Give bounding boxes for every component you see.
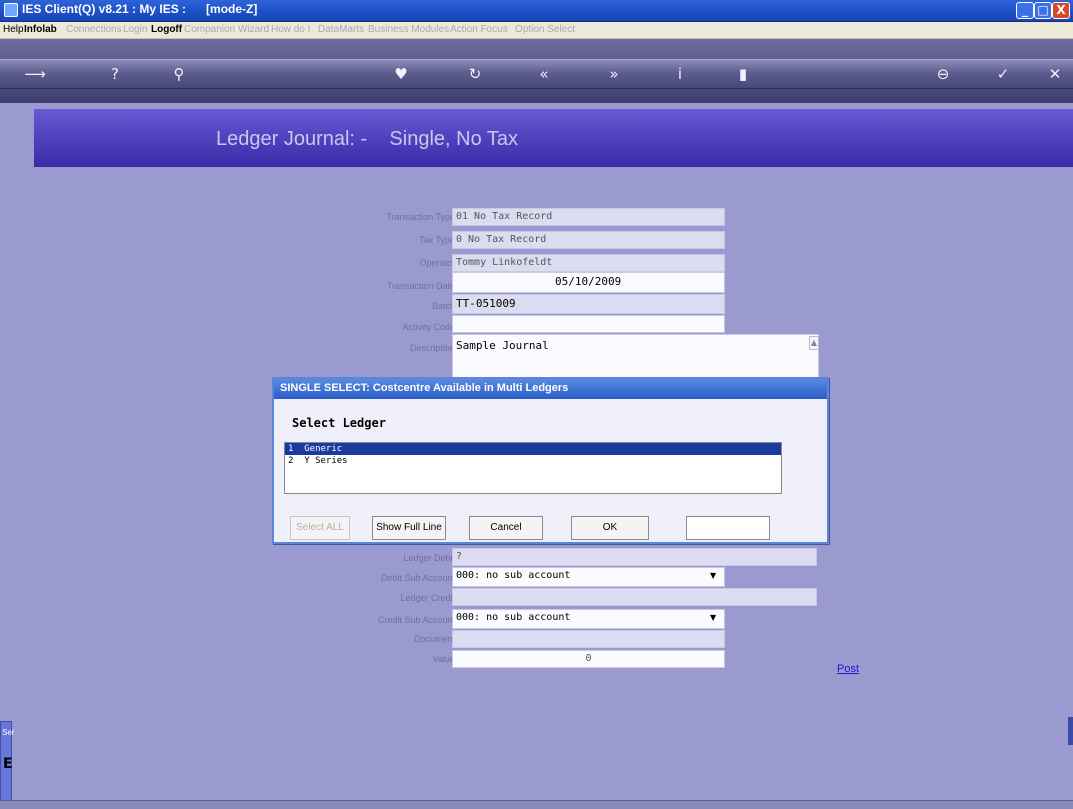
menu-infolab[interactable]: Infolab <box>24 24 57 35</box>
side-tab-label: Ser <box>2 728 15 737</box>
ledger-credit-label: Ledger Credit <box>400 593 455 603</box>
credit-sub-account-dropdown-icon[interactable]: ▼ <box>710 613 716 622</box>
dialog-search-input[interactable] <box>686 516 770 540</box>
help-icon[interactable]: ? <box>106 64 124 84</box>
tax-type-label: Tax Type <box>419 235 455 245</box>
cancel-button[interactable]: Cancel <box>469 516 543 540</box>
menu-companion[interactable]: Companion <box>184 24 235 35</box>
right-edge-marker <box>1068 717 1073 745</box>
value-label: Value <box>432 654 455 664</box>
page-header: Ledger Journal: - Single, No Tax <box>34 109 1073 167</box>
ledger-debit-label: Ledger Debit <box>403 553 455 563</box>
document-label: Document <box>413 634 455 644</box>
ok-button[interactable]: OK <box>571 516 649 540</box>
menu-login[interactable]: Login <box>123 24 147 35</box>
menu-how-do-i[interactable]: How do I <box>271 24 310 35</box>
menu-wizard[interactable]: Wizard <box>238 24 269 35</box>
menu-connections[interactable]: Connections <box>66 24 122 35</box>
operator-field[interactable]: Tommy Linkofeldt <box>452 254 725 272</box>
description-scroll-up-icon[interactable]: ▲ <box>809 336 819 350</box>
tax-type-field[interactable]: 0 No Tax Record <box>452 231 725 249</box>
description-field[interactable]: Sample Journal <box>452 334 819 378</box>
show-full-line-button[interactable]: Show Full Line <box>372 516 446 540</box>
minus-icon[interactable]: ⊖ <box>934 64 952 84</box>
debit-sub-account-select[interactable]: 000: no sub account <box>452 567 725 587</box>
ledger-debit-field[interactable]: ? <box>452 548 817 566</box>
check-icon[interactable]: ✓ <box>994 64 1012 84</box>
transaction-type-field[interactable]: 01 No Tax Record <box>452 208 725 226</box>
transaction-date-field[interactable]: 05/10/2009 <box>452 272 725 293</box>
batch-field[interactable]: TT-051009 <box>452 294 725 314</box>
ledger-credit-field[interactable] <box>452 588 817 606</box>
operator-label: Operator <box>419 258 455 268</box>
post-link[interactable]: Post <box>837 663 859 675</box>
document-field[interactable] <box>452 630 725 648</box>
credit-sub-account-select[interactable]: 000: no sub account <box>452 609 725 629</box>
rewind-icon[interactable]: « <box>534 64 554 84</box>
list-item[interactable]: 1 Generic <box>285 443 781 455</box>
debit-sub-account-label: Debit Sub Account <box>380 573 455 583</box>
window-title: IES Client(Q) v8.21 : My IES : [mode-Z] <box>22 2 258 16</box>
menu-datamarts[interactable]: DataMarts <box>318 24 364 35</box>
single-select-dialog: SINGLE SELECT: Costcentre Available in M… <box>272 377 829 544</box>
heart-icon[interactable]: ♥ <box>392 64 410 84</box>
side-tab[interactable]: Ser E <box>0 721 15 801</box>
activity-code-label: Activity Code <box>402 322 455 332</box>
status-bar <box>0 800 1073 809</box>
debit-sub-account-dropdown-icon[interactable]: ▼ <box>710 571 716 580</box>
dialog-title: SINGLE SELECT: Costcentre Available in M… <box>274 379 827 399</box>
refresh-icon[interactable]: ↻ <box>466 64 484 84</box>
close-icon[interactable]: ✕ <box>1046 64 1064 84</box>
menu-logoff[interactable]: Logoff <box>151 24 182 35</box>
activity-code-field[interactable] <box>452 315 725 333</box>
ledger-listbox[interactable]: 1 Generic 2 Y Series <box>284 442 782 494</box>
menu-option-select[interactable]: Option Select <box>515 24 575 35</box>
side-tab-letter: E <box>3 756 13 772</box>
maximize-button[interactable]: □ <box>1034 2 1052 19</box>
transaction-date-label: Transaction Date <box>386 281 455 291</box>
forward-icon[interactable]: » <box>604 64 624 84</box>
bookmark-icon[interactable]: ▮ <box>736 64 750 84</box>
list-item[interactable]: 2 Y Series <box>285 455 781 467</box>
toolbar: ⟶ ? ⚲ ♥ ↻ « » i ▮ ⊖ ✓ ✕ <box>0 39 1073 103</box>
back-arrow-icon[interactable]: ⟶ <box>20 64 50 84</box>
batch-label: Batch <box>431 301 455 311</box>
app-icon <box>4 3 18 17</box>
value-field[interactable]: 0 <box>452 650 725 668</box>
transaction-type-label: Transaction Type <box>386 212 455 222</box>
menu-help[interactable]: Help <box>3 24 24 35</box>
select-all-button[interactable]: Select ALL <box>290 516 350 540</box>
info-icon[interactable]: i <box>671 64 689 84</box>
minimize-button[interactable]: _ <box>1016 2 1034 19</box>
search-icon[interactable]: ⚲ <box>170 64 188 84</box>
page-title: Ledger Journal: - Single, No Tax <box>216 128 519 150</box>
dialog-heading: Select Ledger <box>292 416 386 430</box>
menu-business-modules[interactable]: Business Modules <box>368 24 449 35</box>
menu-bar: Help Infolab Connections Login Logoff Co… <box>0 22 1073 39</box>
menu-action-focus[interactable]: Action Focus <box>450 24 508 35</box>
credit-sub-account-label: Credit Sub Account <box>377 615 455 625</box>
close-button[interactable]: X <box>1052 2 1070 19</box>
window-titlebar: IES Client(Q) v8.21 : My IES : [mode-Z] … <box>0 0 1073 22</box>
description-label: Description <box>409 343 455 353</box>
